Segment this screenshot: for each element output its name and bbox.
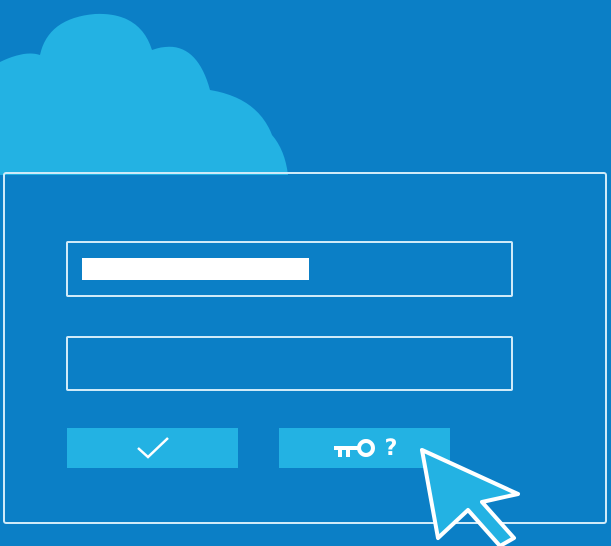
mouse-pointer-icon	[420, 448, 520, 546]
checkmark-icon	[136, 437, 169, 459]
entered-text-bar	[82, 258, 309, 280]
key-icon	[333, 439, 375, 457]
confirm-button[interactable]	[67, 428, 238, 468]
password-field[interactable]	[66, 336, 513, 391]
username-field[interactable]	[66, 241, 513, 297]
cloud-icon	[0, 13, 288, 175]
forgot-password-label: ?	[384, 435, 398, 461]
